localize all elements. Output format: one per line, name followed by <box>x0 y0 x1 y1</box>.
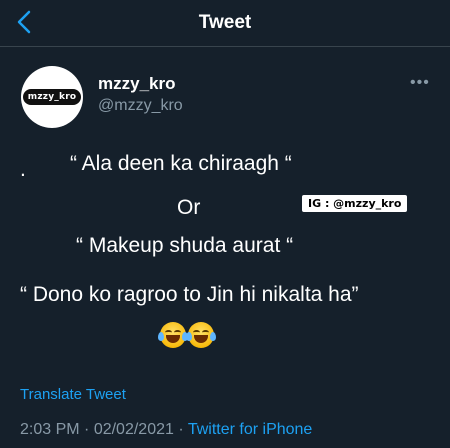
tweet-line-4: “ Dono ko ragroo to Jin hi nikalta ha” <box>20 283 359 306</box>
meta-separator: · <box>79 421 94 438</box>
more-horizontal-icon[interactable]: ••• <box>410 74 430 92</box>
tweet-line-3: “ Makeup shuda aurat “ <box>76 234 294 257</box>
tweet-metadata: 2:03 PM · 02/02/2021 · Twitter for iPhon… <box>20 421 312 439</box>
tweet-time: 2:03 PM <box>20 421 80 438</box>
tweet-line-1: “ Ala deen ka chiraagh “ <box>70 152 292 175</box>
meta-separator: · <box>173 421 188 438</box>
translate-tweet-link[interactable]: Translate Tweet <box>20 386 126 403</box>
page-title: Tweet <box>198 12 252 33</box>
face-with-tears-of-joy-icon <box>158 322 188 348</box>
tweet-source-link[interactable]: Twitter for iPhone <box>188 421 313 438</box>
avatar-logo-text: mzzy_kro <box>22 89 82 105</box>
face-with-tears-of-joy-icon <box>186 322 216 348</box>
emoji-group <box>158 322 216 348</box>
author-handle[interactable]: @mzzy_kro <box>98 97 183 115</box>
author-display-name[interactable]: mzzy_kro <box>98 74 175 94</box>
watermark-label: IG : @mzzy_kro <box>302 195 408 212</box>
tweet-leading-dot: . <box>20 158 26 181</box>
tweet-line-2: Or <box>177 196 201 219</box>
avatar[interactable]: mzzy_kro <box>21 66 83 128</box>
top-bar: Tweet <box>0 0 450 47</box>
tweet-date: 02/02/2021 <box>93 421 174 438</box>
